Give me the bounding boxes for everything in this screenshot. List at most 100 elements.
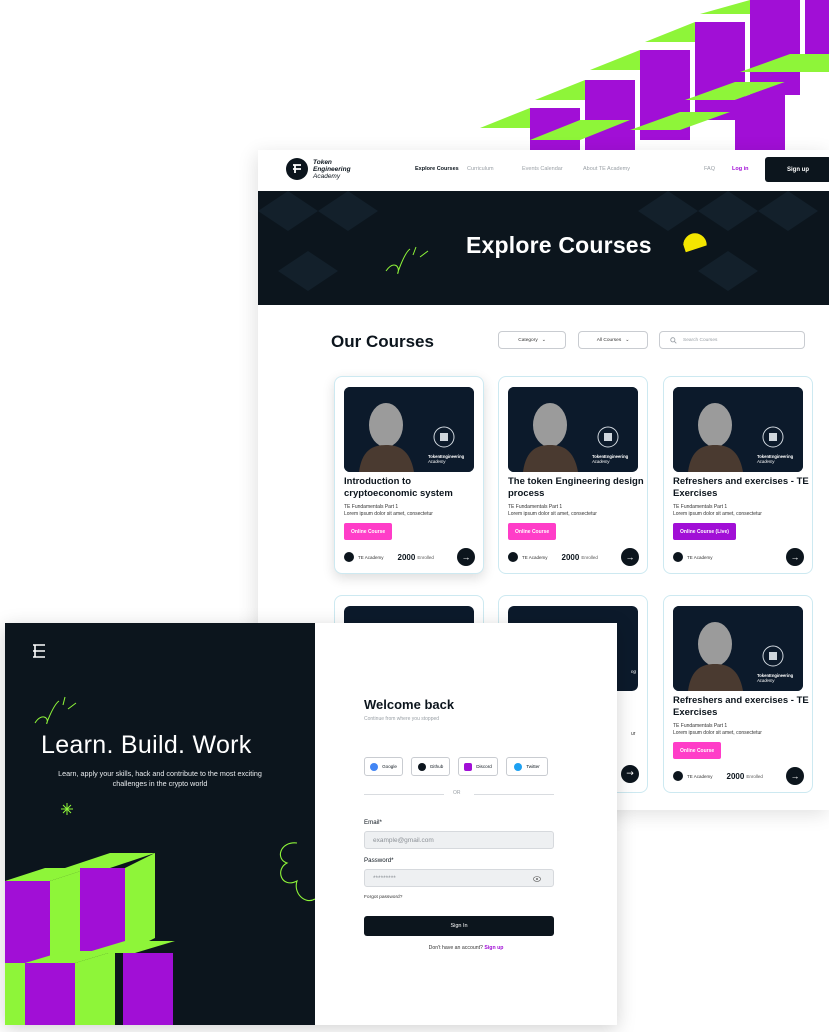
login-headline: Learn. Build. Work — [41, 731, 252, 759]
search-input[interactable]: Search Courses — [659, 331, 805, 349]
search-placeholder: Search Courses — [683, 337, 718, 343]
course-subtitle: TE Fundamentals Part 1 Lorem ipsum dolor… — [344, 504, 433, 518]
github-button[interactable]: Github — [411, 757, 450, 776]
course-footer: TE Academy 2000 Enrolled → — [508, 548, 639, 566]
course-title[interactable]: Refreshers and exercises - TE Exercises — [673, 476, 811, 500]
course-desc: Lorem ipsum dolor sit amet, consectetur — [344, 511, 433, 517]
course-card[interactable]: TokenEngineering Academy Refreshers and … — [663, 595, 813, 793]
discord-icon — [464, 762, 473, 771]
email-label: Email* — [364, 819, 382, 826]
course-thumbnail: TokenEngineering Academy — [508, 387, 638, 472]
discord-label: Discord — [476, 764, 492, 769]
enrolled-count: 2000 — [561, 552, 580, 562]
brand-logo[interactable]: Token Engineering Academy — [286, 158, 363, 180]
thumb-brand-2: Academy — [756, 459, 775, 464]
course-title[interactable]: The token Engineering design process — [508, 476, 646, 500]
course-org: TE Academy — [522, 554, 548, 560]
course-org: TE Academy — [687, 554, 713, 560]
chevron-down-icon: ⌄ — [625, 337, 630, 343]
logo-line-3: Academy — [313, 172, 341, 180]
arrow-right-icon[interactable]: → — [621, 765, 639, 783]
no-account-text: Don't have an account? — [428, 945, 483, 951]
enrolled-label: Enrolled — [746, 773, 763, 779]
login-link[interactable]: Log in — [732, 166, 749, 172]
te-logo-icon — [286, 158, 308, 180]
course-type-badge: Online Course — [673, 742, 722, 759]
twitter-label: Twitter — [526, 764, 540, 769]
login-hero-panel: Learn. Build. Work Learn, apply your ski… — [5, 623, 315, 1025]
nav-faq[interactable]: FAQ — [704, 166, 715, 172]
course-title[interactable]: Introduction to cryptoeconomic system — [344, 476, 482, 500]
arrow-right-icon[interactable]: → — [786, 767, 804, 785]
arrow-right-icon[interactable]: → — [621, 548, 639, 566]
thumb-brand-fragment: ng — [631, 669, 637, 674]
te-logo-icon — [673, 552, 683, 562]
course-part: TE Fundamentals Part 1 — [673, 723, 728, 729]
email-field[interactable]: example@gmail.com — [364, 831, 554, 849]
course-desc: Lorem ipsum dolor sit amet, consectetur — [673, 730, 762, 736]
course-title[interactable]: Refreshers and exercises - TE Exercises — [673, 695, 811, 719]
signup-link[interactable]: Sign up — [484, 945, 503, 951]
top-nav: Token Engineering Academy Explore Course… — [258, 150, 829, 190]
google-icon — [370, 762, 379, 771]
course-desc: Lorem ipsum dolor sit amet, consectetur — [508, 511, 597, 517]
te-logo-icon — [673, 771, 683, 781]
chevron-down-icon: ⌄ — [541, 337, 546, 343]
github-icon — [417, 762, 426, 771]
github-label: Github — [429, 764, 444, 769]
arrow-right-icon[interactable]: → — [457, 548, 475, 566]
course-footer: TE Academy 2000 Enrolled → — [344, 548, 475, 566]
course-card[interactable]: TokenEngineering Academy Introduction to… — [334, 376, 484, 574]
enrolled-count: 2000 — [397, 552, 416, 562]
section-title: Our Courses — [331, 332, 434, 351]
signup-button[interactable]: Sign up — [765, 157, 829, 182]
search-icon — [670, 336, 677, 344]
google-label: Google — [382, 764, 397, 769]
nav-explore-courses[interactable]: Explore Courses — [415, 166, 459, 172]
stage: Token Engineering Academy Explore Course… — [0, 0, 829, 1032]
course-type-badge: Online Course — [344, 523, 393, 540]
divider-line — [364, 794, 444, 795]
category-filter[interactable]: Category ⌄ — [498, 331, 566, 349]
nav-curriculum[interactable]: Curriculum — [467, 166, 494, 172]
eye-icon[interactable] — [533, 876, 541, 882]
category-filter-label: Category — [518, 337, 538, 343]
course-thumbnail: TokenEngineering Academy — [673, 606, 803, 691]
decorative-blocks-top — [480, 0, 829, 150]
password-value: ********* — [373, 874, 396, 882]
forgot-password-link[interactable]: Forgot password? — [364, 895, 402, 900]
course-desc-fragment: ur — [631, 731, 636, 737]
course-type-badge: Online Course (Live) — [673, 523, 736, 540]
logo-text: Token Engineering Academy — [313, 159, 363, 180]
te-logo-icon — [344, 552, 354, 562]
logo-line-1: Token — [313, 158, 332, 166]
or-text: OR — [453, 790, 461, 796]
sign-in-button[interactable]: Sign In — [364, 916, 554, 936]
all-courses-label: All Courses — [596, 337, 622, 343]
twitter-icon — [514, 762, 523, 771]
course-org: TE Academy — [687, 773, 713, 779]
course-subtitle: TE Fundamentals Part 1 Lorem ipsum dolor… — [673, 504, 762, 518]
twitter-button[interactable]: Twitter — [506, 757, 548, 776]
course-part: TE Fundamentals Part 1 — [344, 504, 399, 510]
hero-title: Explore Courses — [466, 232, 652, 258]
course-card[interactable]: TokenEngineering Academy The token Engin… — [498, 376, 648, 574]
thumb-brand-2: Academy — [756, 678, 775, 683]
nav-about[interactable]: About TE Academy — [583, 166, 630, 172]
course-thumbnail: TokenEngineering Academy — [344, 387, 474, 472]
password-field[interactable]: ********* — [364, 869, 554, 887]
login-description: Learn, apply your skills, hack and contr… — [58, 769, 262, 788]
signup-prompt: Don't have an account? Sign up — [315, 945, 617, 951]
arrow-right-icon[interactable]: → — [786, 548, 804, 566]
nav-events-calendar[interactable]: Events Calendar — [522, 166, 563, 172]
course-footer: TE Academy 2000 Enrolled → — [673, 767, 804, 785]
course-card[interactable]: TokenEngineering Academy Refreshers and … — [663, 376, 813, 574]
google-button[interactable]: Google — [364, 757, 403, 776]
thumb-brand-2: Academy — [427, 459, 446, 464]
discord-button[interactable]: Discord — [458, 757, 498, 776]
course-footer: TE Academy → — [673, 548, 804, 566]
thumb-brand-2: Academy — [591, 459, 610, 464]
all-courses-filter[interactable]: All Courses ⌄ — [578, 331, 648, 349]
login-window: Learn. Build. Work Learn, apply your ski… — [5, 623, 617, 1025]
welcome-title: Welcome back — [364, 697, 455, 712]
